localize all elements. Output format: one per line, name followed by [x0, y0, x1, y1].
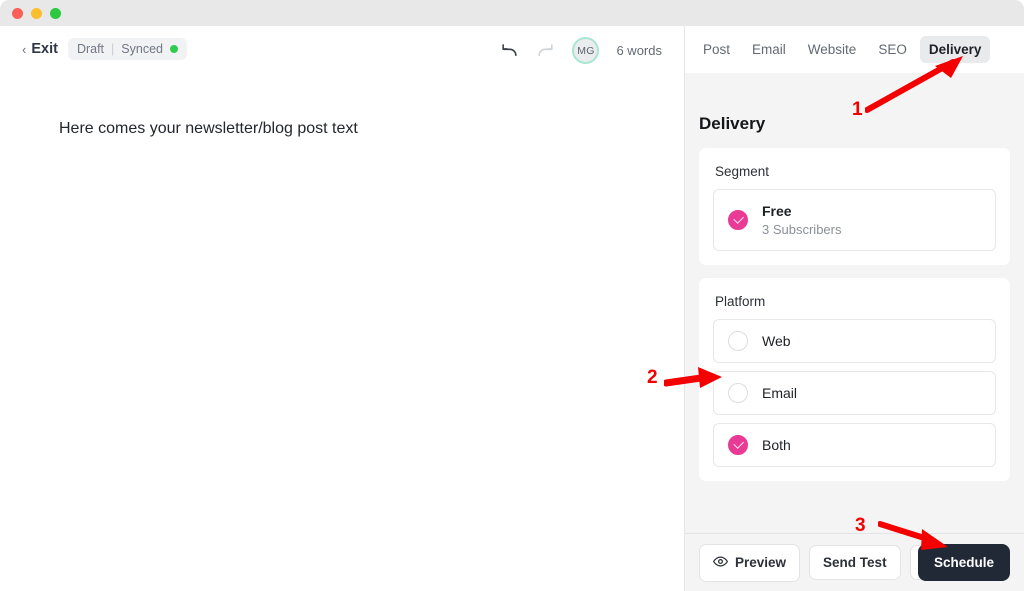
- preview-button[interactable]: Preview: [699, 544, 800, 582]
- avatar[interactable]: MG: [572, 37, 599, 64]
- platform-both-label: Both: [762, 437, 791, 453]
- send-test-label: Send Test: [823, 555, 887, 570]
- schedule-button[interactable]: Schedule: [918, 544, 1010, 581]
- segment-card: Segment Free 3 Subscribers: [699, 148, 1010, 265]
- document-body-text[interactable]: Here comes your newsletter/blog post tex…: [59, 120, 358, 138]
- panel-action-bar: Preview Send Test Tem Schedule: [685, 533, 1024, 591]
- preview-label: Preview: [735, 555, 786, 570]
- segment-option-text: Free 3 Subscribers: [762, 203, 841, 237]
- segment-card-title: Segment: [699, 148, 1010, 189]
- exit-button[interactable]: ‹ Exit: [22, 41, 58, 57]
- platform-web-label: Web: [762, 333, 791, 349]
- close-window-button[interactable]: [12, 8, 23, 19]
- draft-status-label: Draft: [77, 42, 104, 56]
- platform-email-radio-icon[interactable]: [728, 383, 748, 403]
- maximize-window-button[interactable]: [50, 8, 61, 19]
- platform-options-list: Web Email Both: [699, 319, 1010, 481]
- panel-title: Delivery: [699, 114, 765, 134]
- chevron-left-icon: ‹: [22, 43, 26, 56]
- annotation-number-1: 1: [852, 99, 863, 121]
- platform-card: Platform Web Email Both: [699, 278, 1010, 481]
- send-test-button[interactable]: Send Test: [809, 545, 901, 580]
- platform-option-both[interactable]: Both: [713, 423, 996, 467]
- redo-icon[interactable]: [536, 41, 555, 60]
- tab-website[interactable]: Website: [799, 36, 866, 63]
- app-window: ‹ Exit Draft | Synced: [0, 0, 1024, 591]
- undo-icon[interactable]: [500, 41, 519, 60]
- platform-card-title: Platform: [699, 278, 1010, 319]
- tab-seo[interactable]: SEO: [869, 36, 916, 63]
- tab-delivery[interactable]: Delivery: [920, 36, 991, 63]
- schedule-label: Schedule: [934, 555, 994, 570]
- segment-option-free[interactable]: Free 3 Subscribers: [713, 189, 996, 251]
- tab-post[interactable]: Post: [694, 36, 739, 63]
- platform-option-email[interactable]: Email: [713, 371, 996, 415]
- minimize-window-button[interactable]: [31, 8, 42, 19]
- segment-options-list: Free 3 Subscribers: [699, 189, 1010, 265]
- status-badge: Draft | Synced: [68, 38, 187, 60]
- tab-email[interactable]: Email: [743, 36, 795, 63]
- panel-tab-bar: Post Email Website SEO Delivery: [685, 26, 1024, 73]
- word-count-label: 6 words: [616, 43, 662, 58]
- window-titlebar: [0, 0, 1024, 26]
- status-separator: |: [111, 42, 114, 56]
- annotation-number-2: 2: [647, 367, 658, 389]
- eye-icon: [713, 554, 728, 572]
- editor-toolbar: ‹ Exit Draft | Synced: [0, 26, 684, 72]
- sync-status-dot-icon: [170, 45, 178, 53]
- editor-right-controls: MG 6 words: [500, 37, 662, 64]
- avatar-initials: MG: [577, 45, 594, 57]
- platform-both-radio-checked-icon[interactable]: [728, 435, 748, 455]
- editor-pane: ‹ Exit Draft | Synced: [0, 26, 684, 591]
- editor-left-controls: ‹ Exit Draft | Synced: [22, 38, 187, 60]
- segment-free-radio-checked-icon[interactable]: [728, 210, 748, 230]
- annotation-number-3: 3: [855, 515, 866, 537]
- segment-free-label: Free: [762, 203, 841, 219]
- platform-option-web[interactable]: Web: [713, 319, 996, 363]
- platform-web-radio-icon[interactable]: [728, 331, 748, 351]
- exit-label: Exit: [31, 41, 58, 57]
- sync-status-label: Synced: [121, 42, 163, 56]
- platform-email-label: Email: [762, 385, 797, 401]
- segment-free-subscriber-count: 3 Subscribers: [762, 222, 841, 237]
